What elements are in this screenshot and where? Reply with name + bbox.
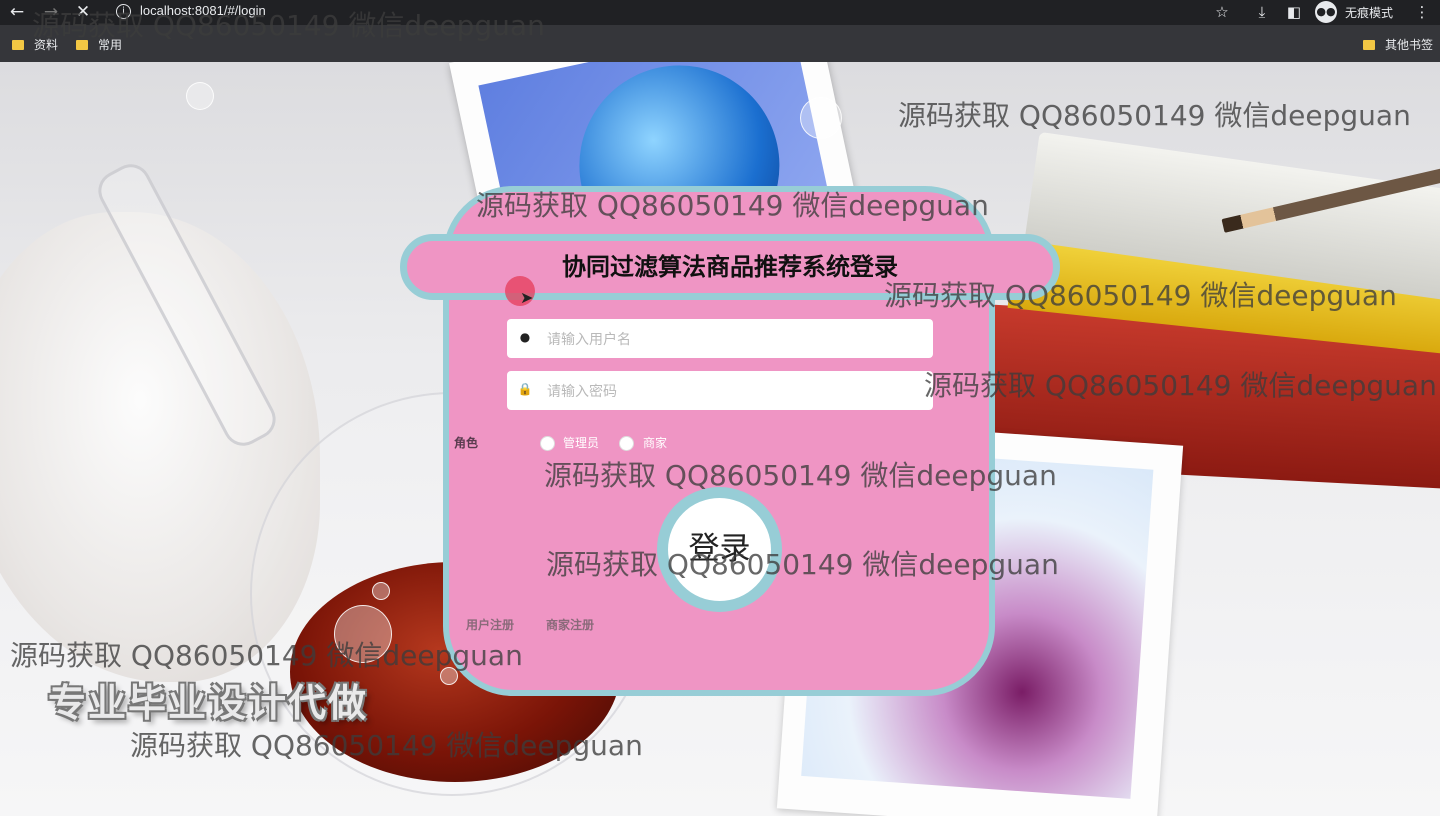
role-label: 角色 [454, 436, 479, 450]
browser-toolbar: ← → ✕ i localhost:8081/#/login ☆ ⤓ ◧ ●● … [0, 0, 1440, 25]
merchant-register-link[interactable]: 商家注册 [546, 616, 594, 633]
url-text[interactable]: localhost:8081/#/login [140, 3, 266, 18]
user-icon: ● [519, 330, 531, 344]
login-page: 专业毕业设计代做 协同过滤算法商品推荐系统登录 ● 🔒 角色 管理员 商家 登录… [0, 62, 1440, 816]
folder-icon [12, 40, 24, 50]
slogan-text: 专业毕业设计代做 [48, 681, 369, 725]
bookmark-folder-1[interactable]: 资料 [12, 36, 58, 53]
bubble [372, 582, 390, 600]
bubble [334, 605, 392, 663]
mouse-cursor-icon: ➤ [520, 288, 534, 307]
bookmark-folder-2[interactable]: 常用 [76, 36, 122, 53]
role-label-admin[interactable]: 管理员 [563, 434, 599, 451]
bubble [800, 97, 842, 139]
login-title: 协同过滤算法商品推荐系统登录 [562, 253, 898, 281]
password-field[interactable]: 🔒 [507, 371, 933, 412]
folder-icon [76, 40, 88, 50]
incognito-label: 无痕模式 [1345, 6, 1394, 20]
user-register-link[interactable]: 用户注册 [466, 616, 514, 633]
login-title-bar: 协同过滤算法商品推荐系统登录 [400, 234, 1060, 300]
back-icon[interactable]: ← [6, 2, 28, 22]
star-icon[interactable]: ☆ [1212, 2, 1232, 22]
bookmarks-bar: 资料 常用 其他书签 [0, 25, 1440, 62]
lock-icon: 🔒 [517, 382, 533, 396]
role-label-merchant[interactable]: 商家 [643, 434, 667, 451]
username-field[interactable]: ● [507, 319, 933, 360]
menu-icon[interactable]: ⋮ [1412, 2, 1432, 22]
bubble [186, 82, 214, 110]
download-icon[interactable]: ⤓ [1252, 2, 1272, 22]
bubble [440, 667, 458, 685]
forward-icon[interactable]: → [40, 2, 62, 22]
password-input[interactable] [545, 371, 929, 412]
incognito-icon[interactable]: ●● [1315, 1, 1337, 23]
address-bar[interactable] [106, 0, 1240, 24]
folder-icon [1363, 40, 1375, 50]
role-radio-admin[interactable] [540, 436, 555, 451]
sidebar-icon[interactable]: ◧ [1284, 2, 1304, 22]
login-button[interactable]: 登录 [668, 498, 771, 601]
info-icon[interactable]: i [116, 4, 131, 19]
other-bookmarks[interactable]: 其他书签 [1363, 36, 1433, 53]
role-radio-merchant[interactable] [619, 436, 634, 451]
username-input[interactable] [545, 319, 929, 360]
close-icon[interactable]: ✕ [72, 2, 94, 22]
